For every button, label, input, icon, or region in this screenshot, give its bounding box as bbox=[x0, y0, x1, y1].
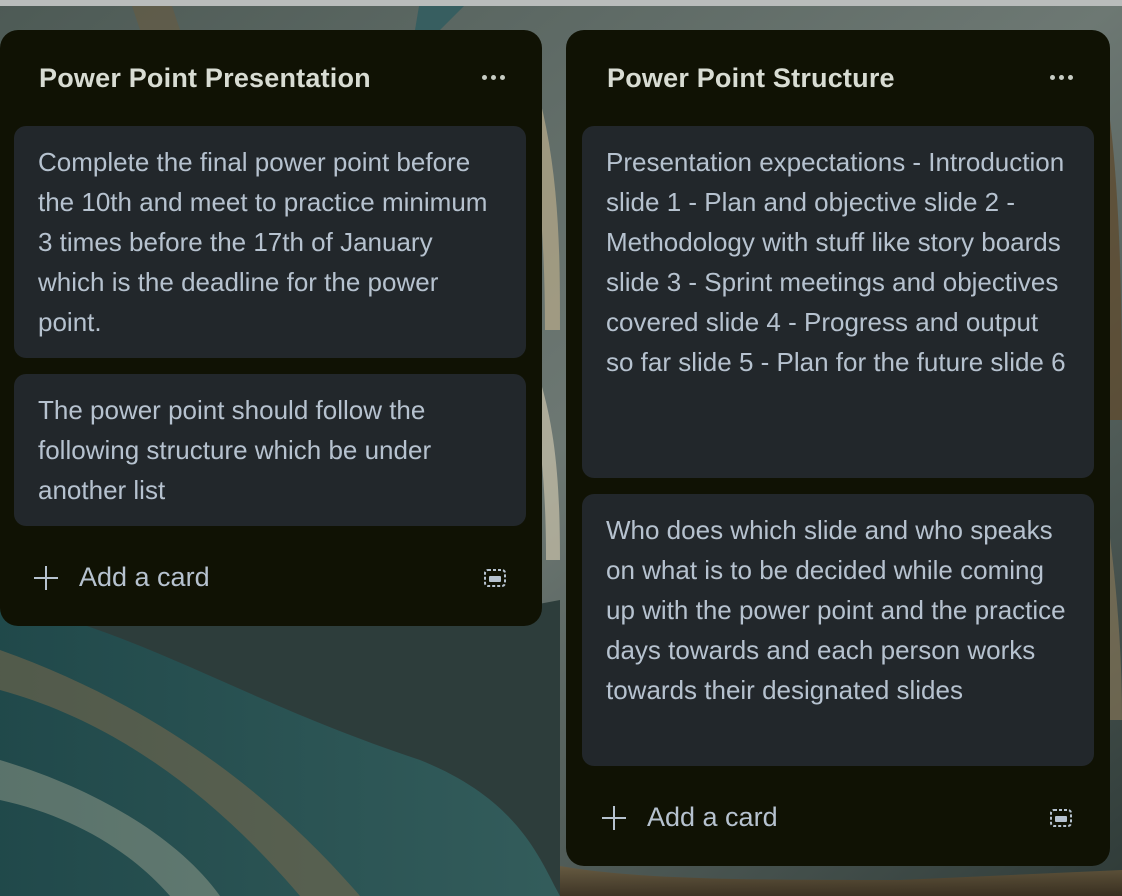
card[interactable]: The power point should follow the follow… bbox=[14, 374, 526, 526]
more-horizontal-icon[interactable] bbox=[480, 70, 508, 86]
list-header: Power Point Presentation bbox=[0, 30, 542, 126]
card-template-icon[interactable] bbox=[1048, 806, 1074, 830]
plus-icon bbox=[602, 806, 626, 830]
list-title[interactable]: Power Point Structure bbox=[607, 60, 895, 96]
card-template-icon[interactable] bbox=[482, 566, 508, 590]
list-power-point-structure: Power Point Structure Presentation expec… bbox=[566, 30, 1110, 866]
list-header: Power Point Structure bbox=[566, 30, 1110, 126]
card[interactable]: Who does which slide and who speaks on w… bbox=[582, 494, 1094, 766]
more-horizontal-icon[interactable] bbox=[1048, 70, 1076, 86]
card[interactable]: Complete the final power point before th… bbox=[14, 126, 526, 358]
add-card-label: Add a card bbox=[647, 802, 778, 832]
card[interactable]: Presentation expectations - Introduction… bbox=[582, 126, 1094, 478]
add-card-button[interactable]: Add a card bbox=[566, 792, 1026, 856]
plus-icon bbox=[34, 566, 58, 590]
list-power-point-presentation: Power Point Presentation Complete the fi… bbox=[0, 30, 542, 626]
add-card-button[interactable]: Add a card bbox=[0, 552, 460, 616]
list-title[interactable]: Power Point Presentation bbox=[39, 60, 371, 96]
add-card-label: Add a card bbox=[79, 562, 210, 592]
top-strip bbox=[0, 0, 1122, 6]
